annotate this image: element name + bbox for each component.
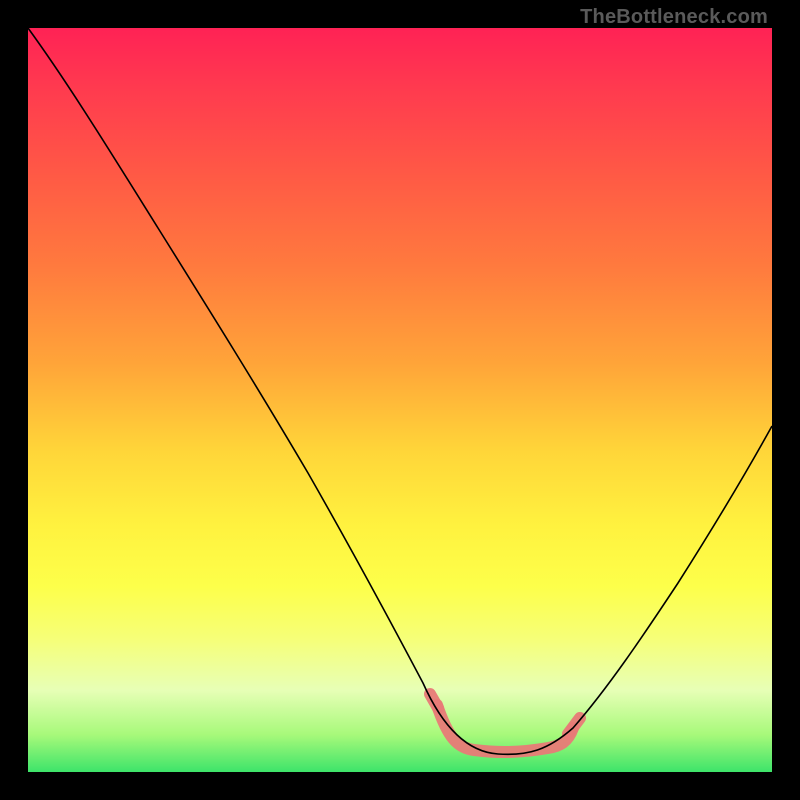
- plot-area: [28, 28, 772, 772]
- curve-svg: [28, 28, 772, 772]
- bottleneck-curve-path: [28, 28, 772, 754]
- chart-frame: TheBottleneck.com: [0, 0, 800, 800]
- trough-highlight-path: [437, 705, 573, 752]
- watermark-text: TheBottleneck.com: [580, 6, 768, 29]
